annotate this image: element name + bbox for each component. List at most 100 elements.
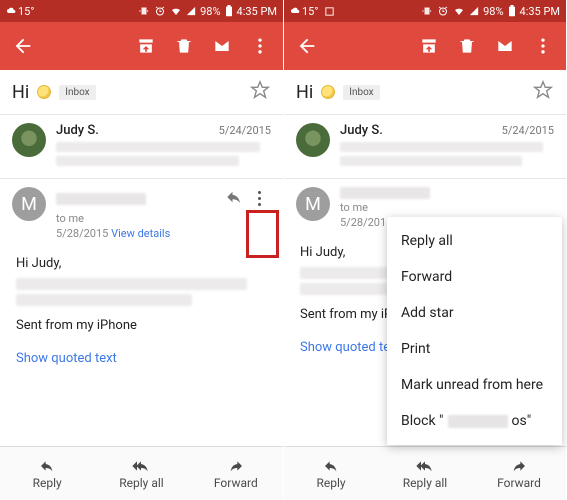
sender-redacted — [56, 193, 146, 205]
reply-all-label: Reply all — [119, 476, 163, 490]
star-button[interactable] — [532, 79, 554, 105]
avatar-initial: M — [305, 194, 321, 215]
menu-reply-all[interactable]: Reply all — [387, 223, 562, 259]
forward-button[interactable]: Forward — [189, 447, 283, 500]
menu-print[interactable]: Print — [387, 331, 562, 367]
body-redacted — [300, 283, 388, 295]
message-date: 5/28/2015 — [340, 216, 392, 229]
wifi-icon — [453, 5, 465, 17]
message-date: 5/24/2015 — [502, 124, 554, 137]
forward-icon — [226, 458, 246, 474]
reply-label: Reply — [33, 476, 62, 490]
status-bar: 15° 98% 4:35 PM — [284, 0, 566, 22]
delete-button[interactable] — [165, 22, 203, 70]
star-outline-icon — [532, 79, 554, 101]
overflow-button[interactable] — [241, 22, 279, 70]
reply-button[interactable] — [225, 188, 243, 210]
status-battery-pct: 98% — [483, 5, 503, 18]
forward-label: Forward — [214, 476, 258, 490]
reply-all-icon — [130, 458, 152, 474]
block-name-redacted — [448, 415, 508, 428]
pane-right: 15° 98% 4:35 PM Hi — [283, 0, 566, 500]
mark-unread-button[interactable] — [203, 22, 241, 70]
reply-icon — [321, 458, 341, 474]
body-greeting: Hi Judy, — [16, 254, 267, 274]
status-battery-pct: 98% — [200, 5, 220, 18]
inbox-label: Inbox — [343, 85, 379, 100]
status-time: 4:35 PM — [237, 5, 277, 18]
reply-all-button[interactable]: Reply all — [94, 447, 188, 500]
sender-redacted — [340, 187, 430, 199]
avatar: M — [296, 187, 330, 221]
reply-icon — [37, 458, 57, 474]
menu-forward[interactable]: Forward — [387, 259, 562, 295]
status-temp-chip: 15° — [290, 5, 318, 18]
body-redacted — [16, 278, 247, 290]
message-collapsed[interactable]: Judy S. 5/24/2015 — [284, 115, 566, 178]
show-quoted-text-link[interactable]: Show quoted text — [16, 349, 117, 369]
menu-add-star[interactable]: Add star — [387, 295, 562, 331]
body-redacted — [16, 294, 192, 306]
delete-button[interactable] — [448, 22, 486, 70]
bottom-bar: Reply Reply all Forward — [284, 446, 566, 500]
overflow-button[interactable] — [524, 22, 562, 70]
more-vert-icon — [250, 36, 270, 56]
alarm-icon — [437, 5, 449, 17]
reply-all-icon — [414, 458, 436, 474]
reply-all-button[interactable]: Reply all — [378, 447, 472, 500]
star-button[interactable] — [249, 79, 271, 105]
bottom-bar: Reply Reply all Forward — [0, 446, 283, 500]
overflow-menu: Reply all Forward Add star Print Mark un… — [387, 217, 562, 445]
message-body: Hi Judy, Sent from my iPhone Show quoted… — [0, 248, 283, 375]
message-collapsed[interactable]: Judy S. 5/24/2015 — [0, 115, 283, 178]
more-vert-icon — [533, 36, 553, 56]
avatar — [12, 123, 46, 157]
message-overflow-button[interactable] — [247, 187, 271, 210]
message-expanded-header: M to me 5/28/2015 View details — [0, 179, 283, 248]
view-details-link[interactable]: View details — [111, 227, 170, 240]
arrow-left-icon — [12, 35, 34, 57]
cloud-icon — [290, 6, 300, 16]
screenshot-notif-icon — [324, 6, 335, 17]
archive-button[interactable] — [410, 22, 448, 70]
reply-button[interactable]: Reply — [0, 447, 94, 500]
body-redacted — [300, 267, 400, 279]
avatar: M — [12, 187, 46, 221]
alarm-icon — [154, 5, 166, 17]
back-button[interactable] — [288, 22, 326, 70]
status-temp-chip: 15° — [6, 5, 34, 18]
avatar-initial: M — [21, 194, 37, 215]
mail-icon — [212, 36, 232, 56]
menu-block-sender[interactable]: Block "os" — [387, 403, 562, 439]
subject-row: Hi Inbox — [0, 70, 283, 114]
vibrate-icon — [421, 5, 433, 17]
mark-unread-button[interactable] — [486, 22, 524, 70]
trash-icon — [174, 36, 194, 56]
to-line: to me — [56, 212, 271, 225]
back-button[interactable] — [4, 22, 42, 70]
forward-icon — [509, 458, 529, 474]
status-temp: 15° — [302, 5, 318, 18]
menu-mark-unread[interactable]: Mark unread from here — [387, 367, 562, 403]
subject-text: Hi — [12, 82, 29, 103]
to-line: to me — [340, 201, 554, 214]
signal-icon — [186, 5, 196, 17]
snippet-redacted — [340, 142, 554, 166]
archive-icon — [419, 36, 439, 56]
reply-icon — [225, 188, 243, 206]
subject-row: Hi Inbox — [284, 70, 566, 114]
status-temp: 15° — [18, 5, 34, 18]
archive-button[interactable] — [127, 22, 165, 70]
avatar — [296, 123, 330, 157]
action-bar — [0, 22, 283, 70]
status-time: 4:35 PM — [520, 5, 560, 18]
snippet-redacted — [56, 142, 271, 166]
forward-button[interactable]: Forward — [472, 447, 566, 500]
signal-icon — [469, 5, 479, 17]
moon-icon — [37, 85, 51, 99]
sent-from: Sent from my iPhone — [16, 316, 267, 336]
reply-button[interactable]: Reply — [284, 447, 378, 500]
show-quoted-text-link[interactable]: Show quoted text — [300, 338, 401, 358]
vibrate-icon — [138, 5, 150, 17]
moon-icon — [321, 85, 335, 99]
